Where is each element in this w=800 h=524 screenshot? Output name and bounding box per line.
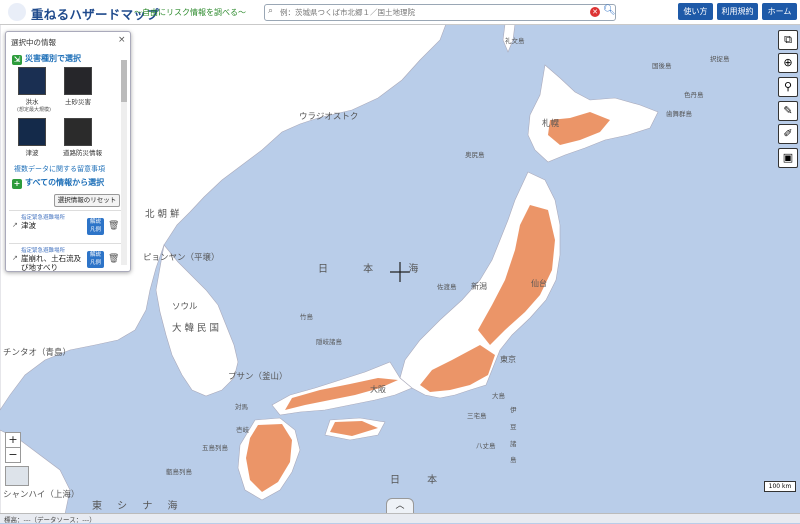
map-label-city: ソウル bbox=[172, 302, 198, 312]
map-label-island: 島 bbox=[510, 456, 517, 464]
search-go-icon[interactable]: 🔍︎ bbox=[603, 5, 616, 16]
layer-name: 津波 bbox=[21, 221, 36, 230]
map-label-city: 大阪 bbox=[370, 385, 386, 394]
pin-icon: ↗ bbox=[12, 221, 18, 229]
by-disaster-header[interactable]: ⇲ 災害種別で選択 bbox=[12, 53, 81, 65]
all-info-header[interactable]: + すべての情報から選択 bbox=[12, 177, 104, 189]
map-label-island: 礼文島 bbox=[505, 37, 525, 45]
trash-icon[interactable]: 🗑︎ bbox=[108, 254, 119, 264]
layer-switch-button[interactable] bbox=[5, 466, 29, 486]
map-label-island: 三宅島 bbox=[467, 412, 487, 420]
reset-button[interactable]: 選択情報のリセット bbox=[54, 194, 120, 207]
panel-scroll-thumb[interactable] bbox=[121, 60, 127, 102]
hazard-road[interactable]: 道路防災情報 bbox=[63, 118, 102, 157]
app-subtitle: 〜自由にリスク情報を調べる〜 bbox=[134, 8, 246, 17]
home-button[interactable]: ホーム bbox=[762, 3, 797, 20]
zoom-in-button[interactable]: + bbox=[5, 432, 21, 448]
map-label-city: プサン（釜山） bbox=[228, 372, 288, 382]
all-info-label: すべての情報から選択 bbox=[25, 178, 105, 187]
map-label-island: 択捉島 bbox=[710, 55, 730, 63]
hazard-landslide-label: 土砂災害 bbox=[65, 98, 91, 106]
map-pin-icon[interactable]: ⚲ bbox=[778, 77, 798, 97]
search-input[interactable] bbox=[280, 6, 590, 18]
panel-title: 選択中の情報 bbox=[11, 38, 56, 47]
map-label-city: 東京 bbox=[500, 355, 516, 364]
map-label-city: チンタオ（青島） bbox=[3, 348, 72, 358]
map-label-island: 壱岐 bbox=[236, 426, 249, 434]
flood-icon bbox=[18, 67, 46, 95]
trash-icon[interactable]: 🗑︎ bbox=[108, 221, 119, 231]
select-icon: ⇲ bbox=[12, 55, 22, 65]
hazard-flood-label: 洪水 bbox=[25, 98, 39, 106]
selected-layer-card: 指定緊急避難場所 ↗ 崖崩れ、土石流及び地すべり 解説 凡例 🗑︎ bbox=[9, 243, 121, 272]
draw-icon[interactable]: ✎ bbox=[778, 101, 798, 121]
layer-category: 指定緊急避難場所 bbox=[21, 248, 66, 254]
map-label-city: 新潟 bbox=[471, 282, 487, 291]
map-label-island: 豆 bbox=[510, 423, 517, 431]
hazard-tsunami-label: 津波 bbox=[25, 149, 39, 157]
map-label-island: 伊 bbox=[510, 406, 517, 414]
map-label-island: 歯舞群島 bbox=[666, 110, 692, 118]
elevation-status: 標高：---（データソース：---） bbox=[4, 516, 96, 524]
road-disaster-icon bbox=[64, 118, 92, 146]
edit-icon[interactable]: ✐ bbox=[778, 124, 798, 144]
map-label-island: 諸 bbox=[510, 440, 517, 448]
map-label-city: 仙台 bbox=[531, 279, 547, 288]
landslide-icon bbox=[64, 67, 92, 95]
map-label-island: 八丈島 bbox=[476, 442, 496, 450]
legend-button[interactable]: 解説 凡例 bbox=[87, 251, 104, 268]
layer-category: 指定緊急避難場所 bbox=[21, 215, 66, 221]
expand-chevron-icon[interactable]: ︿ bbox=[386, 498, 414, 514]
search-icon: ⌕ bbox=[268, 6, 274, 16]
tsunami-icon bbox=[18, 118, 46, 146]
hazard-flood[interactable]: 洪水 (想定最大規模) bbox=[17, 67, 51, 113]
map-label-island: 五島列島 bbox=[202, 444, 228, 452]
map-label-region: 東 シ ナ 海 bbox=[92, 501, 184, 512]
map-label-city: ピョンヤン（平壌） bbox=[143, 253, 220, 263]
search-box: ⌕ ✕ 🔍︎ bbox=[264, 4, 616, 21]
hazard-tsunami[interactable]: 津波 bbox=[17, 118, 47, 157]
map-label-region: 日 本 海 bbox=[318, 264, 435, 275]
search-location-icon[interactable]: ⊕ bbox=[778, 53, 798, 73]
map-label-island: 隠岐諸島 bbox=[316, 338, 342, 346]
legend-button[interactable]: 解説 凡例 bbox=[87, 218, 104, 235]
clear-search-button[interactable]: ✕ bbox=[590, 7, 600, 17]
info-panel: 選択中の情報 × ⇲ 災害種別で選択 洪水 (想定最大規模) 土砂災害 津波 道路… bbox=[5, 31, 131, 272]
selected-layer-card: 指定緊急避難場所 ↗ 津波 解説 凡例 🗑︎ bbox=[9, 210, 121, 243]
toolbox-icon[interactable]: ▣ bbox=[778, 148, 798, 168]
map-label-city: ウラジオストク bbox=[299, 112, 359, 122]
notice-link[interactable]: 複数データに関する留意事項 bbox=[14, 164, 105, 174]
map-label-island: 対馬 bbox=[235, 403, 248, 411]
map-label-region: 大 韓 民 国 bbox=[172, 323, 220, 334]
zoom-out-button[interactable]: − bbox=[5, 447, 21, 463]
map-label-region: 北 朝 鮮 bbox=[145, 209, 180, 220]
hazard-road-label: 道路防災情報 bbox=[63, 149, 102, 157]
map-label-island: 甑島列島 bbox=[166, 468, 192, 476]
layers-icon[interactable]: ⧉ bbox=[778, 30, 798, 50]
map-label-city: 札幌 bbox=[542, 119, 560, 129]
hazard-flood-sub: (想定最大規模) bbox=[17, 107, 51, 113]
scale-bar: 100 km bbox=[764, 481, 796, 492]
close-icon[interactable]: × bbox=[118, 35, 126, 45]
map-label-island: 大島 bbox=[492, 392, 505, 400]
hazard-landslide[interactable]: 土砂災害 bbox=[63, 67, 93, 106]
by-disaster-label: 災害種別で選択 bbox=[25, 54, 81, 63]
map-label-region: 日 本 bbox=[390, 475, 450, 486]
map-label-island: 国後島 bbox=[652, 62, 672, 70]
pin-icon: ↗ bbox=[12, 254, 18, 262]
terms-button[interactable]: 利用規約 bbox=[717, 3, 758, 20]
map-label-island: 佐渡島 bbox=[437, 283, 457, 291]
map-label-island: 竹島 bbox=[300, 313, 313, 321]
map-label-island: 色丹島 bbox=[684, 91, 704, 99]
app-logo-icon bbox=[8, 3, 26, 21]
layer-name: 崖崩れ、土石流及び地すべり bbox=[21, 254, 82, 272]
howto-button[interactable]: 使い方 bbox=[678, 3, 713, 20]
map-label-city: シャンハイ（上海） bbox=[3, 490, 80, 500]
map-label-island: 奥尻島 bbox=[465, 151, 485, 159]
app-header: 重ねるハザードマップ 〜自由にリスク情報を調べる〜 ⌕ ✕ 🔍︎ 使い方 利用規… bbox=[0, 0, 800, 25]
plus-icon: + bbox=[12, 179, 22, 189]
